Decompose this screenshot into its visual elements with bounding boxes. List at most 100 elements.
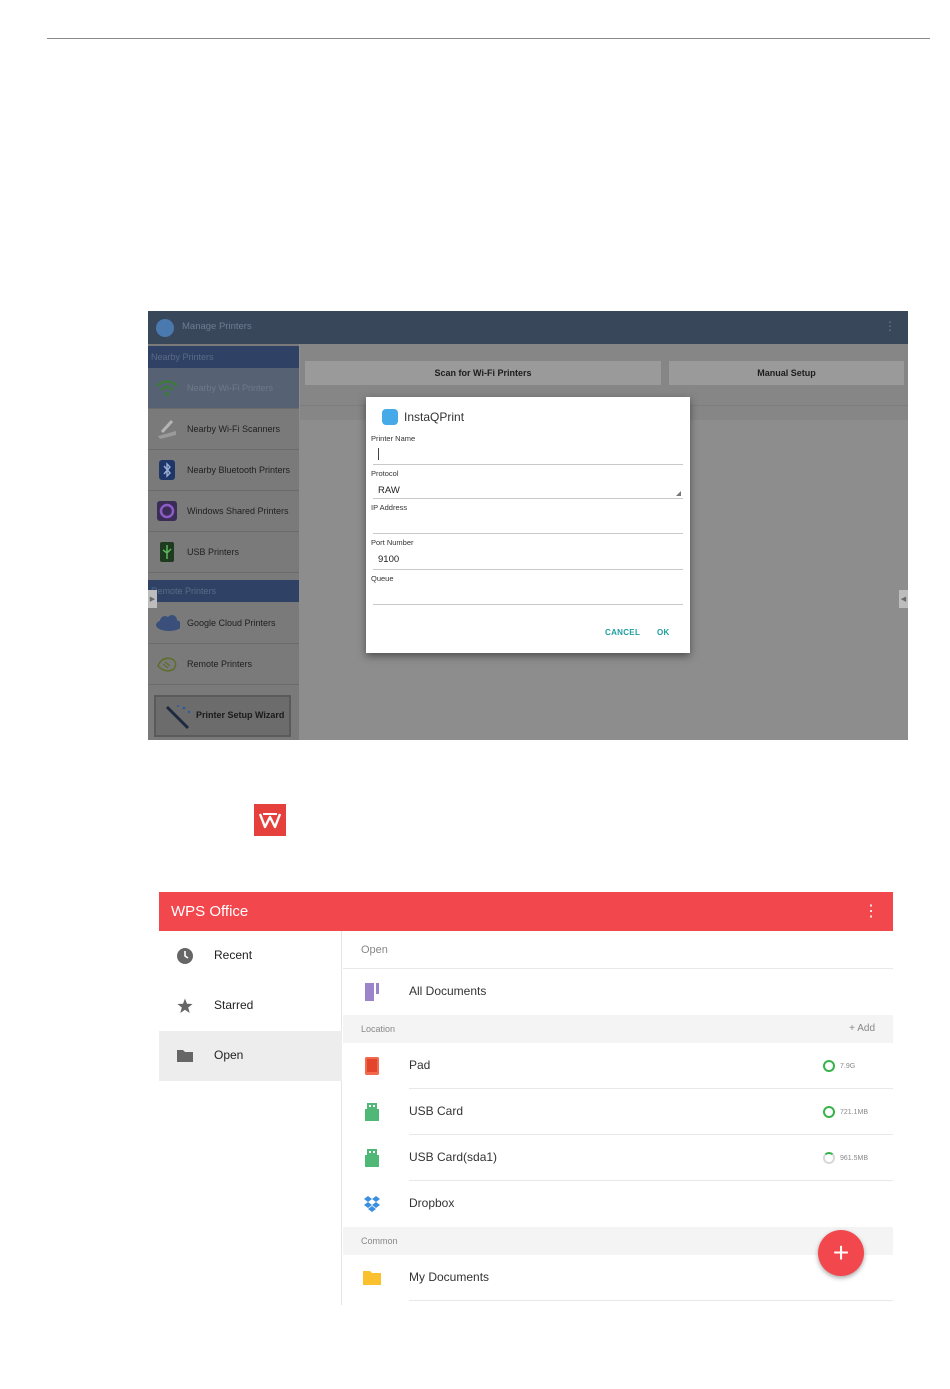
nav-item-starred[interactable]: Starred [159,981,342,1031]
right-edge-handle[interactable]: ◀ [899,590,908,608]
printer-name-label: Printer Name [371,434,416,443]
printer-name-underline [373,464,683,465]
add-printer-dialog: InstaQPrint Printer Name Protocol RAW IP… [366,397,690,653]
cancel-button[interactable]: CANCEL [605,628,640,637]
sidebar-item-nearby-wifi-printers[interactable]: Nearby Wi-Fi Printers [148,368,299,409]
storage-ring-icon [823,1106,835,1118]
port-number-label: Port Number [371,538,414,547]
usb-card-icon [365,1103,379,1121]
list-item-label: All Documents [409,984,487,998]
windows-share-icon [157,501,177,521]
sidebar-item-nearby-bluetooth-printers[interactable]: Nearby Bluetooth Printers [148,450,299,491]
text-cursor [378,448,379,460]
port-number-input[interactable]: 9100 [378,554,399,565]
storage-indicator: 7.9G [823,1059,855,1073]
bluetooth-icon [159,460,175,480]
storage-ring-icon [823,1152,835,1164]
wizard-label: Printer Setup Wizard [196,710,285,720]
sidebar-item-label: Google Cloud Printers [187,617,276,628]
clock-icon [177,948,193,964]
nav-label: Starred [214,998,254,1012]
list-item-all-documents[interactable]: All Documents [343,969,893,1015]
sidebar-item-remote-printers[interactable]: Remote Printers [148,644,299,685]
list-item-label: USB Card(sda1) [409,1150,498,1164]
section-nearby-printers: Nearby Printers [148,346,299,368]
list-item-label: USB Card [409,1104,464,1118]
queue-label: Queue [371,574,394,583]
location-header-label: Location [361,1024,396,1034]
ip-address-label: IP Address [371,503,408,512]
sidebar-item-usb-printers[interactable]: USB Printers [148,532,299,573]
common-header-label: Common [361,1236,398,1246]
folder-icon [363,1271,381,1285]
star-icon [177,998,193,1013]
app-bar: WPS Office ⋮ [159,892,893,931]
all-documents-icon [365,983,379,1001]
overflow-menu-icon[interactable]: ⋮ [863,901,879,921]
ok-button[interactable]: OK [657,628,670,637]
dropdown-arrow-icon[interactable] [676,491,681,496]
sidebar-item-nearby-wifi-scanners[interactable]: Nearby Wi-Fi Scanners [148,409,299,450]
list-item-usb-card-sda1[interactable]: USB Card(sda1) 961.5MB [343,1135,893,1181]
protocol-underline [373,498,683,499]
queue-underline [373,604,683,605]
storage-size: 7.9G [840,1062,856,1070]
nav-item-open[interactable]: Open [159,1031,342,1081]
manual-setup-button[interactable]: Manual Setup [669,361,904,385]
storage-ring-icon [823,1060,835,1072]
scan-wifi-printers-button[interactable]: Scan for Wi-Fi Printers [305,361,661,385]
nav-item-recent[interactable]: Recent [159,931,342,981]
app-bar: Manage Printers ⋮ [148,311,908,344]
wps-office-screenshot: WPS Office ⋮ Recent Starred Open Open Al… [159,892,893,1305]
new-document-fab[interactable]: + [818,1230,864,1276]
pad-icon [365,1057,379,1075]
instaqprint-logo-icon [382,409,398,425]
sidebar-item-google-cloud-printers[interactable]: Google Cloud Printers [148,603,299,644]
list-item-label: Dropbox [409,1196,455,1210]
wifi-icon [156,380,178,397]
sidebar-item-label: Windows Shared Printers [187,505,289,516]
common-section-header: Common [343,1227,893,1255]
wps-office-logo [254,804,286,836]
list-item-label: My Documents [409,1270,490,1284]
protocol-label: Protocol [371,469,399,478]
nav-label: Open [214,1048,244,1062]
nav-label: Recent [214,948,253,962]
list-item-usb-card[interactable]: USB Card 721.1MB [343,1089,893,1135]
sidebar-item-windows-shared-printers[interactable]: Windows Shared Printers [148,491,299,532]
instaqprint-screenshot: Manage Printers ⋮ Nearby Printers Nearby… [148,311,908,740]
overflow-menu-icon[interactable]: ⋮ [884,319,896,333]
protocol-select[interactable]: RAW [378,485,400,496]
sidebar-item-label: USB Printers [187,546,240,557]
list-item-my-documents[interactable]: My Documents [343,1255,893,1301]
app-bar-title: Manage Printers [182,321,252,332]
list-item-dropbox[interactable]: Dropbox [343,1181,893,1227]
location-section-header: Location + Add [343,1015,893,1043]
left-edge-handle[interactable]: ▶ [148,590,157,608]
cloud-icon [156,615,180,631]
usb-icon [160,542,174,562]
dropbox-icon [364,1196,380,1212]
add-location-button[interactable]: + Add [849,1023,875,1034]
remote-printer-icon [157,657,177,672]
port-number-underline [373,569,683,570]
folder-icon [177,1050,193,1062]
storage-indicator: 721.1MB [823,1105,868,1119]
scanner-icon [158,419,176,439]
dialog-title: InstaQPrint [404,410,465,424]
printer-setup-wizard-button[interactable]: Printer Setup Wizard [154,695,291,737]
sidebar-item-label: Remote Printers [187,658,253,669]
sidebar-item-label: Nearby Wi-Fi Scanners [187,423,281,434]
section-remote-printers: Remote Printers [148,580,299,602]
ip-address-underline [373,533,683,534]
sidebar-item-label: Nearby Wi-Fi Printers [187,382,274,393]
list-item-label: Pad [409,1058,431,1072]
storage-indicator: 961.5MB [823,1151,868,1165]
app-title: WPS Office [171,903,249,920]
list-item-pad[interactable]: Pad 7.9G [343,1043,893,1089]
app-globe-icon[interactable] [156,319,174,337]
storage-size: 961.5MB [840,1154,869,1162]
page-divider [47,38,930,39]
open-section-label: Open [361,944,388,956]
usb-card-icon [365,1149,379,1167]
